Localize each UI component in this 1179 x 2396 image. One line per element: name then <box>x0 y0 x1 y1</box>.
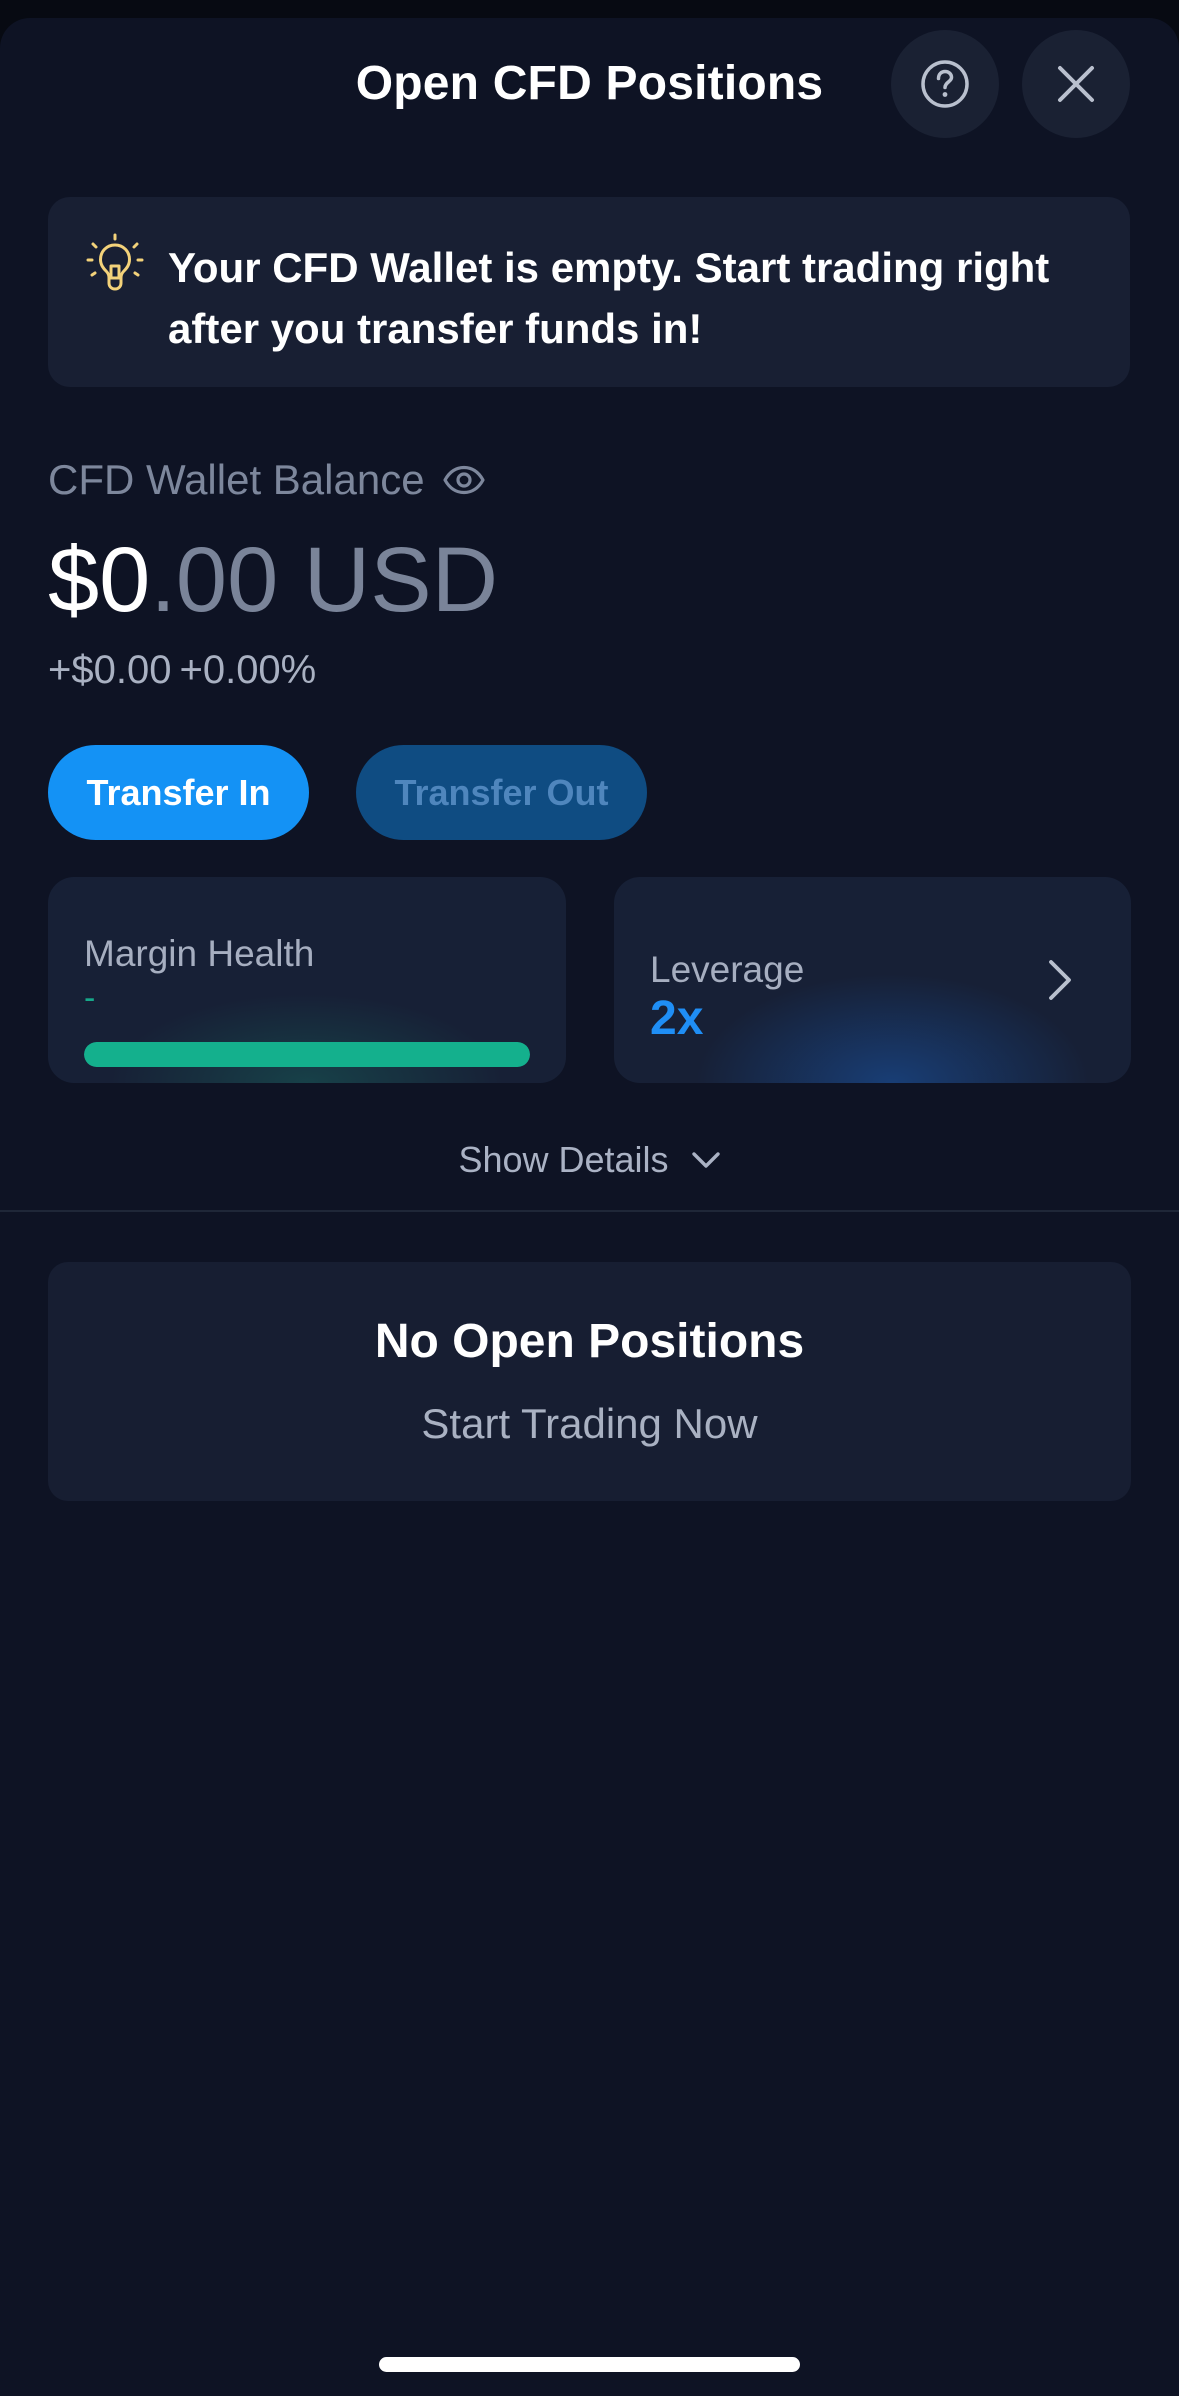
chevron-down-icon <box>691 1150 721 1170</box>
close-icon <box>1058 66 1094 102</box>
show-details-label: Show Details <box>458 1139 669 1180</box>
show-details-toggle[interactable]: Show Details <box>0 1139 1179 1181</box>
section-divider <box>0 1210 1179 1212</box>
leverage-label: Leverage <box>650 949 805 990</box>
page-title: Open CFD Positions <box>355 57 824 110</box>
leverage-value: 2x <box>650 992 704 1045</box>
notice-text: Your CFD Wallet is empty. Start trading … <box>168 244 1050 352</box>
margin-health-value: - <box>84 979 96 1017</box>
balance-amount-main: $0 <box>48 529 151 631</box>
margin-health-bar-fill <box>84 1042 530 1067</box>
margin-health-label: Margin Health <box>84 933 315 974</box>
transfer-out-button[interactable]: Transfer Out <box>356 745 647 840</box>
margin-health-card: Margin Health - <box>48 877 566 1083</box>
home-indicator <box>379 2357 800 2372</box>
lightbulb-icon <box>86 233 144 291</box>
transfer-in-button[interactable]: Transfer In <box>48 745 309 840</box>
pnl-row: +$0.00 +0.00% <box>48 648 316 693</box>
no-positions-title: No Open Positions <box>374 1315 805 1368</box>
empty-wallet-notice: Your CFD Wallet is empty. Start trading … <box>48 197 1130 387</box>
pnl-amount: +$0.00 <box>48 648 172 692</box>
eye-icon[interactable] <box>442 465 485 495</box>
help-button[interactable] <box>891 30 999 138</box>
close-button[interactable] <box>1022 30 1130 138</box>
balance-label: CFD Wallet Balance <box>48 456 425 503</box>
start-trading-link[interactable]: Start Trading Now <box>48 1400 1131 1448</box>
pnl-percent: +0.00% <box>179 648 317 692</box>
chevron-right-icon <box>1049 960 1071 1000</box>
balance-amount: $0.00 USD <box>48 528 498 633</box>
balance-amount-rest: .00 USD <box>150 529 499 631</box>
no-positions-card: No Open Positions Start Trading Now <box>48 1262 1131 1501</box>
question-circle-icon <box>921 60 969 108</box>
margin-health-bar <box>84 1042 530 1067</box>
leverage-card[interactable]: Leverage 2x <box>614 877 1131 1083</box>
bottom-sheet: Open CFD Positions Your CFD Wallet is em… <box>0 18 1179 2396</box>
balance-label-row: CFD Wallet Balance <box>48 456 485 504</box>
